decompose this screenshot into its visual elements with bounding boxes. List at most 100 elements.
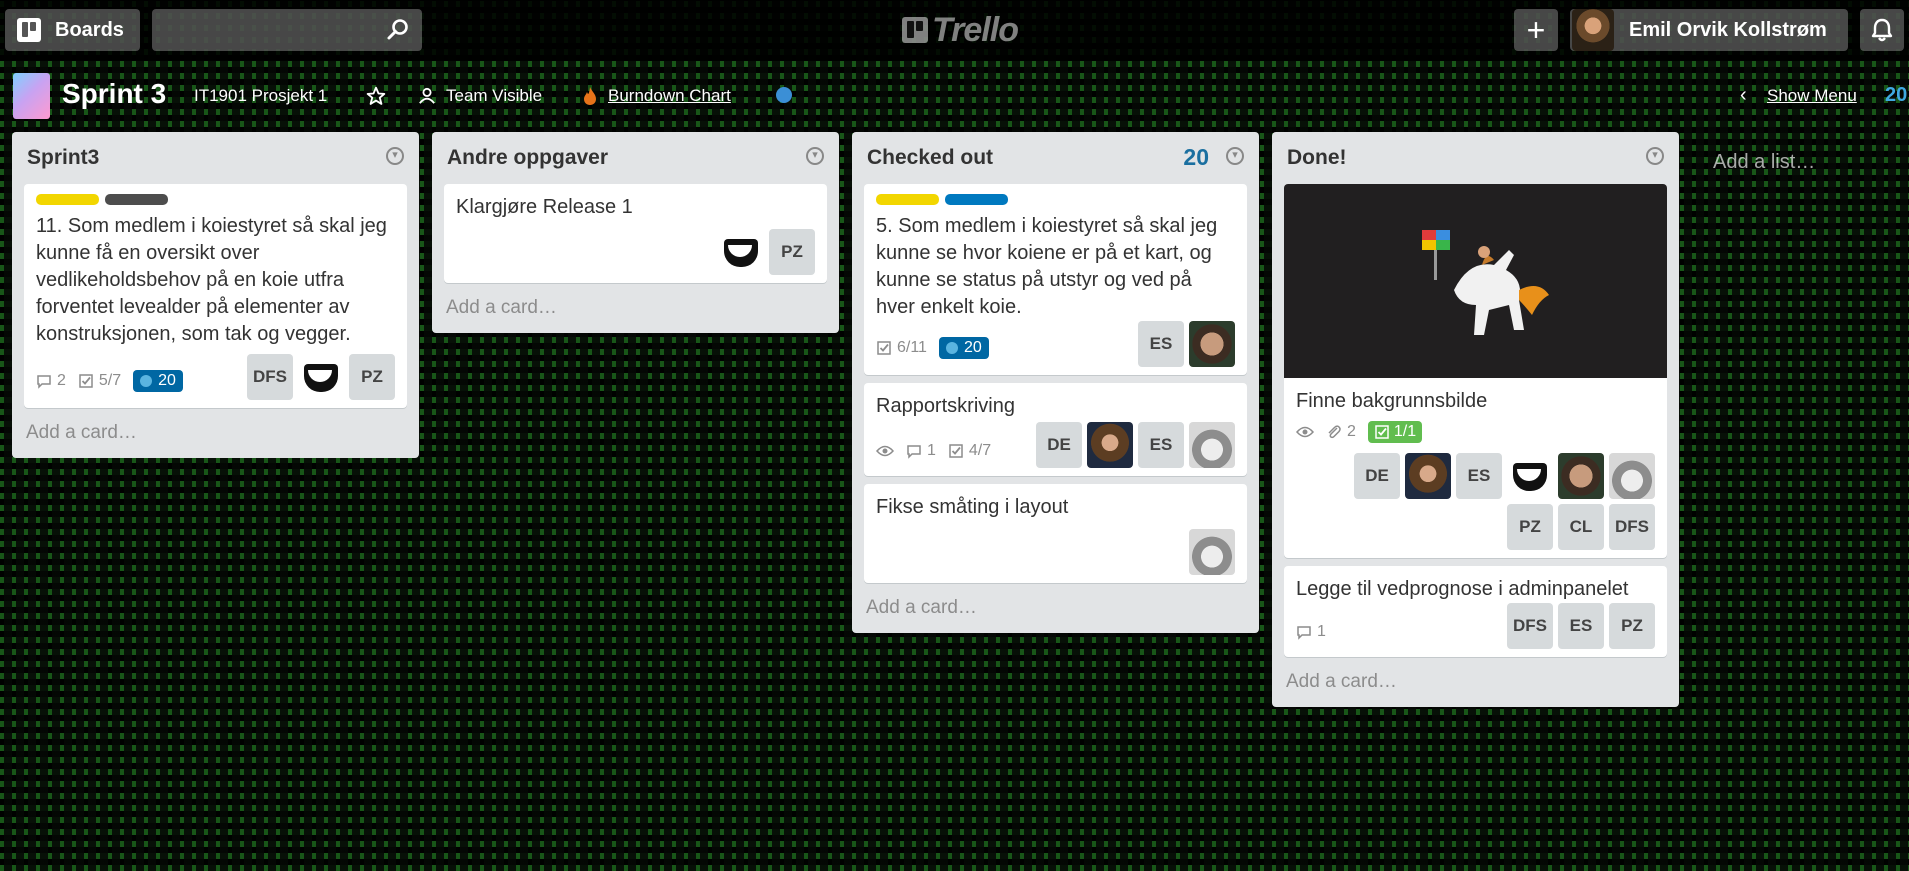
notifications-button[interactable] xyxy=(1860,9,1904,51)
member-avatar[interactable]: DE xyxy=(1036,422,1082,468)
add-button[interactable]: + xyxy=(1514,9,1558,51)
card-badges: 1 xyxy=(1296,623,1326,649)
checklist-badge: 4/7 xyxy=(948,442,991,460)
checkbox-icon xyxy=(949,444,963,458)
card-title: Legge til vedprognose i adminpanelet xyxy=(1296,578,1629,600)
member-avatar[interactable]: PZ xyxy=(769,229,815,275)
member-avatar[interactable] xyxy=(1189,321,1235,367)
list-menu-icon[interactable]: ▾ xyxy=(1226,147,1244,165)
watch-badge xyxy=(876,444,894,458)
add-card-button[interactable]: Add a card… xyxy=(852,591,1259,633)
member-avatar[interactable] xyxy=(718,229,764,275)
checkbox-icon xyxy=(877,341,891,355)
points-icon xyxy=(140,375,153,387)
card[interactable]: Legge til vedprognose i adminpanelet 1 D… xyxy=(1284,566,1667,657)
team-icon xyxy=(419,87,435,104)
card-title: Klargjøre Release 1 xyxy=(456,196,633,218)
card-title: Rapportskriving xyxy=(876,395,1015,417)
member-avatar[interactable]: PZ xyxy=(349,354,395,400)
flame-icon xyxy=(584,87,596,105)
comments-count: 2 xyxy=(57,372,66,389)
label-yellow xyxy=(36,194,99,205)
avatar xyxy=(1572,9,1614,51)
card-badges: 6/11 20 xyxy=(876,337,989,367)
member-avatar[interactable]: ES xyxy=(1456,453,1502,499)
member-avatar[interactable]: PZ xyxy=(1507,504,1553,550)
star-icon[interactable] xyxy=(366,86,386,106)
board-title[interactable]: Sprint 3 xyxy=(62,78,166,110)
card-members: PZ xyxy=(718,229,815,275)
card[interactable]: Klargjøre Release 1 PZ xyxy=(444,184,827,283)
card-title: 11. Som medlem i koiestyret så skal jeg … xyxy=(36,215,387,345)
boards-icon xyxy=(17,18,41,42)
list-title[interactable]: Andre oppgaver xyxy=(447,146,608,170)
list-points-total: 20 xyxy=(1183,144,1209,170)
member-avatar[interactable] xyxy=(1087,422,1133,468)
card-title: Fikse småting i layout xyxy=(876,496,1069,518)
eye-icon xyxy=(876,445,894,457)
list-menu-icon[interactable]: ▾ xyxy=(1646,147,1664,165)
member-avatar[interactable]: PZ xyxy=(1609,603,1655,649)
card-cover-image xyxy=(1284,184,1667,378)
trello-logo[interactable]: Trello xyxy=(902,11,1019,49)
team-name[interactable]: IT1901 Prosjekt 1 xyxy=(194,86,327,106)
list-sprint3: Sprint3 ▾ 11. Som medlem i koiestyret så… xyxy=(12,132,419,458)
points-icon xyxy=(945,342,958,354)
visibility-label: Team Visible xyxy=(446,86,543,105)
list-andre-oppgaver: Andre oppgaver ▾ Klargjøre Release 1 PZ … xyxy=(432,132,839,333)
card[interactable]: Fikse småting i layout xyxy=(864,484,1247,583)
burndown-chart-link[interactable]: Burndown Chart xyxy=(582,86,731,106)
member-avatar[interactable]: ES xyxy=(1138,422,1184,468)
list-menu-icon[interactable]: ▾ xyxy=(806,147,824,165)
card-footer: 2 5/7 20 DFS PZ xyxy=(36,354,395,400)
add-card-button[interactable]: Add a card… xyxy=(1272,665,1679,707)
team-visible-button[interactable]: Team Visible xyxy=(418,86,542,106)
member-avatar[interactable] xyxy=(1609,453,1655,499)
checklist-count: 6/11 xyxy=(897,339,927,356)
card[interactable]: 5. Som medlem i koiestyret så skal jeg k… xyxy=(864,184,1247,375)
member-avatar[interactable] xyxy=(1405,453,1451,499)
card-members: DE ES PZ CL DFS xyxy=(1306,453,1655,550)
list-title[interactable]: Checked out xyxy=(867,146,993,170)
checkbox-icon xyxy=(79,374,93,388)
user-menu-button[interactable]: Emil Orvik Kollstrøm xyxy=(1570,9,1848,51)
member-avatar[interactable] xyxy=(298,354,344,400)
edge-count: 20 xyxy=(1885,84,1908,106)
list-title[interactable]: Sprint3 xyxy=(27,146,99,170)
add-label: + xyxy=(1526,11,1546,48)
card[interactable]: 11. Som medlem i koiestyret så skal jeg … xyxy=(24,184,407,408)
add-list-button[interactable]: Add a list… xyxy=(1713,151,1815,174)
card[interactable]: Rapportskriving 1 4/7 DE ES xyxy=(864,383,1247,476)
member-avatar[interactable] xyxy=(1189,422,1235,468)
card[interactable]: Finne bakgrunnsbilde 2 1/1 DE ES PZ CL D… xyxy=(1284,184,1667,558)
user-name: Emil Orvik Kollstrøm xyxy=(1629,18,1827,41)
member-avatar[interactable]: ES xyxy=(1558,603,1604,649)
board-header: Sprint 3 IT1901 Prosjekt 1 Team Visible … xyxy=(0,66,1909,126)
member-avatar[interactable]: ES xyxy=(1138,321,1184,367)
member-avatar[interactable] xyxy=(1558,453,1604,499)
search-icon[interactable] xyxy=(386,18,410,47)
member-avatar[interactable]: DFS xyxy=(1507,603,1553,649)
boards-label: Boards xyxy=(55,18,124,41)
member-avatar[interactable]: DFS xyxy=(1609,504,1655,550)
power-up-icon[interactable] xyxy=(776,87,792,103)
label-yellow xyxy=(876,194,939,205)
search-input[interactable] xyxy=(152,9,422,51)
list-title[interactable]: Done! xyxy=(1287,146,1347,170)
add-card-button[interactable]: Add a card… xyxy=(432,291,839,333)
member-avatar[interactable]: DE xyxy=(1354,453,1400,499)
member-avatar[interactable]: CL xyxy=(1558,504,1604,550)
add-card-button[interactable]: Add a card… xyxy=(12,416,419,458)
list-menu-icon[interactable]: ▾ xyxy=(386,147,404,165)
chevron-left-icon[interactable]: ‹ xyxy=(1740,84,1747,107)
card-members: DFS PZ xyxy=(247,354,395,400)
show-menu-link[interactable]: Show Menu xyxy=(1767,86,1857,106)
boards-button[interactable]: Boards xyxy=(5,9,140,51)
checklist-count: 4/7 xyxy=(968,442,992,459)
checklist-complete-badge: 1/1 xyxy=(1367,421,1423,443)
member-avatar[interactable] xyxy=(1507,453,1553,499)
member-avatar[interactable]: DFS xyxy=(247,354,293,400)
member-avatar[interactable] xyxy=(1189,529,1235,575)
list-header: Checked out 20 ▾ xyxy=(852,132,1259,184)
points-value: 20 xyxy=(158,372,176,389)
